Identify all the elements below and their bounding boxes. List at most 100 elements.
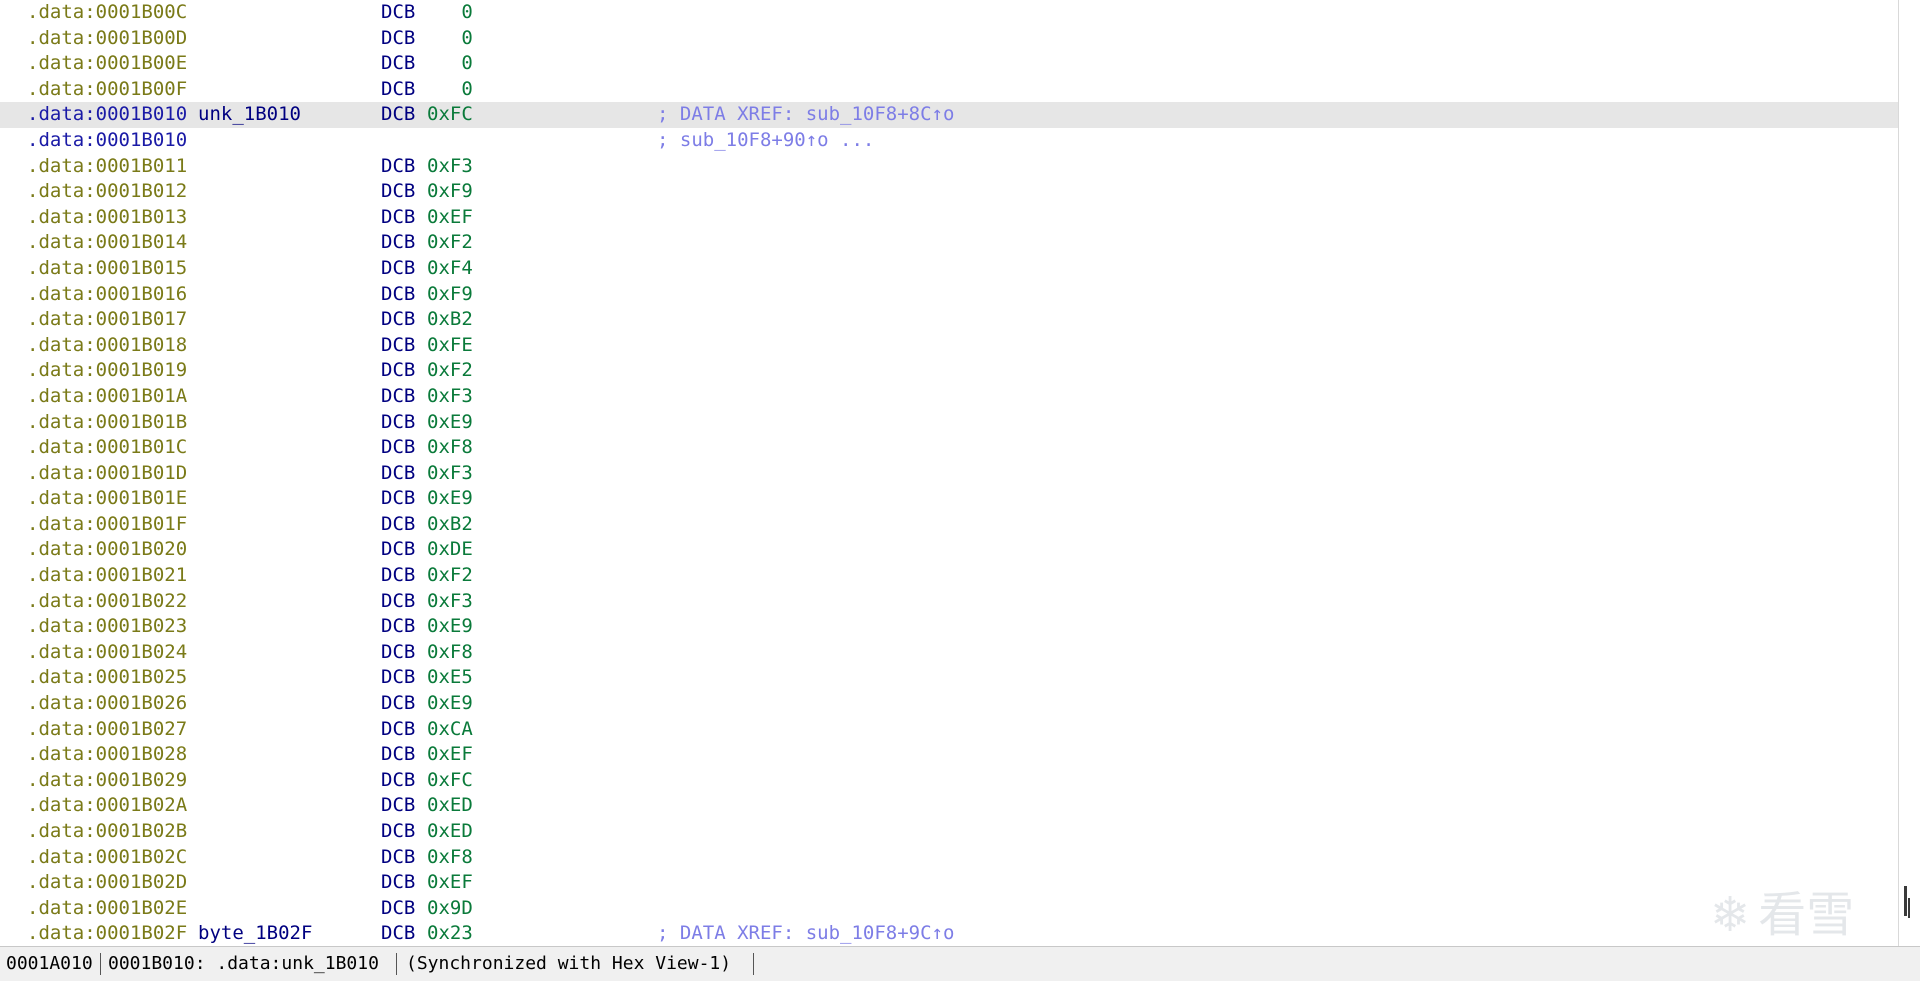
row-mnemonic[interactable]: DCB xyxy=(381,640,415,666)
row-mnemonic[interactable]: DCB xyxy=(381,256,415,282)
row-address[interactable]: .data:0001B019 xyxy=(27,358,187,384)
row-mnemonic[interactable]: DCB xyxy=(381,921,415,946)
row-mnemonic[interactable]: DCB xyxy=(381,358,415,384)
row-mnemonic[interactable]: DCB xyxy=(381,384,415,410)
row-address[interactable]: .data:0001B00E xyxy=(27,51,187,77)
row-operand[interactable]: 0xB2 xyxy=(427,307,473,333)
row-address[interactable]: .data:0001B02C xyxy=(27,845,187,871)
listing-row[interactable]: .data:0001B01E DCB 0xE9 xyxy=(0,486,1898,512)
listing-row[interactable]: .data:0001B00F DCB 0 xyxy=(0,77,1898,103)
row-operand[interactable]: 0xE9 xyxy=(427,691,473,717)
row-mnemonic[interactable]: DCB xyxy=(381,435,415,461)
listing-row-selected[interactable]: .data:0001B010 unk_1B010 DCB 0xFC ; DATA XRE… xyxy=(0,102,1898,128)
row-operand[interactable]: 0 xyxy=(427,0,472,26)
listing-row[interactable]: .data:0001B016 DCB 0xF9 xyxy=(0,282,1898,308)
row-mnemonic[interactable]: DCB xyxy=(381,282,415,308)
listing-row[interactable]: .data:0001B010 ; sub_10F8+90↑o ... xyxy=(0,128,1898,154)
row-operand[interactable]: 0x9D xyxy=(427,896,473,922)
row-operand[interactable]: 0xF3 xyxy=(427,461,473,487)
scrollbar-grip[interactable] xyxy=(1908,898,1910,918)
listing-row[interactable]: .data:0001B02D DCB 0xEF xyxy=(0,870,1898,896)
vertical-scrollbar[interactable] xyxy=(1898,0,1920,946)
row-operand[interactable]: 0xEF xyxy=(427,205,473,231)
row-address[interactable]: .data:0001B00D xyxy=(27,26,187,52)
listing-row[interactable]: .data:0001B01F DCB 0xB2 xyxy=(0,512,1898,538)
listing-row[interactable]: .data:0001B019 DCB 0xF2 xyxy=(0,358,1898,384)
row-mnemonic[interactable]: DCB xyxy=(381,563,415,589)
listing-row[interactable]: .data:0001B013 DCB 0xEF xyxy=(0,205,1898,231)
listing-row[interactable]: .data:0001B00D DCB 0 xyxy=(0,26,1898,52)
row-address[interactable]: .data:0001B015 xyxy=(27,256,187,282)
row-mnemonic[interactable]: DCB xyxy=(381,870,415,896)
row-address[interactable]: .data:0001B01E xyxy=(27,486,187,512)
listing-row[interactable]: .data:0001B011 DCB 0xF3 xyxy=(0,154,1898,180)
row-operand[interactable]: 0xDE xyxy=(427,537,473,563)
row-mnemonic[interactable]: DCB xyxy=(381,0,415,26)
row-mnemonic[interactable]: DCB xyxy=(381,333,415,359)
row-operand[interactable]: 0xF9 xyxy=(427,179,473,205)
row-operand[interactable]: 0xE5 xyxy=(427,665,473,691)
listing-row[interactable]: .data:0001B021 DCB 0xF2 xyxy=(0,563,1898,589)
row-operand[interactable]: 0xFE xyxy=(427,333,473,359)
listing-row[interactable]: .data:0001B023 DCB 0xE9 xyxy=(0,614,1898,640)
listing-row[interactable]: .data:0001B018 DCB 0xFE xyxy=(0,333,1898,359)
listing-row[interactable]: .data:0001B022 DCB 0xF3 xyxy=(0,589,1898,615)
listing-row[interactable]: .data:0001B02A DCB 0xED xyxy=(0,793,1898,819)
row-operand[interactable]: 0xF8 xyxy=(427,435,473,461)
row-address[interactable]: .data:0001B013 xyxy=(27,205,187,231)
row-mnemonic[interactable]: DCB xyxy=(381,614,415,640)
row-operand[interactable]: 0xF4 xyxy=(427,256,473,282)
row-xref-comment[interactable]: ; sub_10F8+90↑o ... xyxy=(657,128,874,154)
row-xref-comment[interactable]: ; DATA XREF: sub_10F8+8C↑o xyxy=(657,102,954,128)
row-address[interactable]: .data:0001B024 xyxy=(27,640,187,666)
row-address[interactable]: .data:0001B014 xyxy=(27,230,187,256)
row-mnemonic[interactable]: DCB xyxy=(381,537,415,563)
row-operand[interactable]: 0 xyxy=(427,77,472,103)
row-mnemonic[interactable]: DCB xyxy=(381,77,415,103)
row-address[interactable]: .data:0001B01A xyxy=(27,384,187,410)
row-mnemonic[interactable]: DCB xyxy=(381,205,415,231)
listing-row[interactable]: .data:0001B00C DCB 0 xyxy=(0,0,1898,26)
row-mnemonic[interactable]: DCB xyxy=(381,26,415,52)
row-address[interactable]: .data:0001B017 xyxy=(27,307,187,333)
listing-row[interactable]: .data:0001B02F byte_1B02F DCB 0x23 ; DATA XR… xyxy=(0,921,1898,946)
row-operand[interactable]: 0x23 xyxy=(427,921,473,946)
row-operand[interactable]: 0 xyxy=(427,26,472,52)
row-operand[interactable]: 0xE9 xyxy=(427,486,473,512)
row-operand[interactable]: 0xF2 xyxy=(427,358,473,384)
listing-row[interactable]: .data:0001B00E DCB 0 xyxy=(0,51,1898,77)
row-address[interactable]: .data:0001B025 xyxy=(27,665,187,691)
row-operand[interactable]: 0xB2 xyxy=(427,512,473,538)
row-mnemonic[interactable]: DCB xyxy=(381,486,415,512)
row-mnemonic[interactable]: DCB xyxy=(381,461,415,487)
row-address[interactable]: .data:0001B02A xyxy=(27,793,187,819)
row-mnemonic[interactable]: DCB xyxy=(381,819,415,845)
listing-row[interactable]: .data:0001B024 DCB 0xF8 xyxy=(0,640,1898,666)
row-address[interactable]: .data:0001B022 xyxy=(27,589,187,615)
listing-row[interactable]: .data:0001B02B DCB 0xED xyxy=(0,819,1898,845)
row-mnemonic[interactable]: DCB xyxy=(381,717,415,743)
row-address[interactable]: .data:0001B00F xyxy=(27,77,187,103)
row-address[interactable]: .data:0001B011 xyxy=(27,154,187,180)
row-address[interactable]: .data:0001B026 xyxy=(27,691,187,717)
row-operand[interactable]: 0xF2 xyxy=(427,563,473,589)
row-mnemonic[interactable]: DCB xyxy=(381,230,415,256)
row-operand[interactable]: 0xED xyxy=(427,819,473,845)
row-mnemonic[interactable]: DCB xyxy=(381,742,415,768)
row-address[interactable]: .data:0001B028 xyxy=(27,742,187,768)
row-operand[interactable]: 0xF2 xyxy=(427,230,473,256)
disassembly-listing[interactable]: .data:0001B00C DCB 0 .data:0001B00D DCB 0 .d… xyxy=(0,0,1898,946)
row-mnemonic[interactable]: DCB xyxy=(381,51,415,77)
row-mnemonic[interactable]: DCB xyxy=(381,410,415,436)
row-address[interactable]: .data:0001B020 xyxy=(27,537,187,563)
listing-row[interactable]: .data:0001B029 DCB 0xFC xyxy=(0,768,1898,794)
row-address[interactable]: .data:0001B029 xyxy=(27,768,187,794)
row-mnemonic[interactable]: DCB xyxy=(381,512,415,538)
row-operand[interactable]: 0xCA xyxy=(427,717,473,743)
row-address[interactable]: .data:0001B01D xyxy=(27,461,187,487)
row-operand[interactable]: 0xE9 xyxy=(427,614,473,640)
row-address[interactable]: .data:0001B010 xyxy=(27,102,187,128)
listing-row[interactable]: .data:0001B02E DCB 0x9D xyxy=(0,896,1898,922)
row-address[interactable]: .data:0001B02E xyxy=(27,896,187,922)
row-address[interactable]: .data:0001B00C xyxy=(27,0,187,26)
